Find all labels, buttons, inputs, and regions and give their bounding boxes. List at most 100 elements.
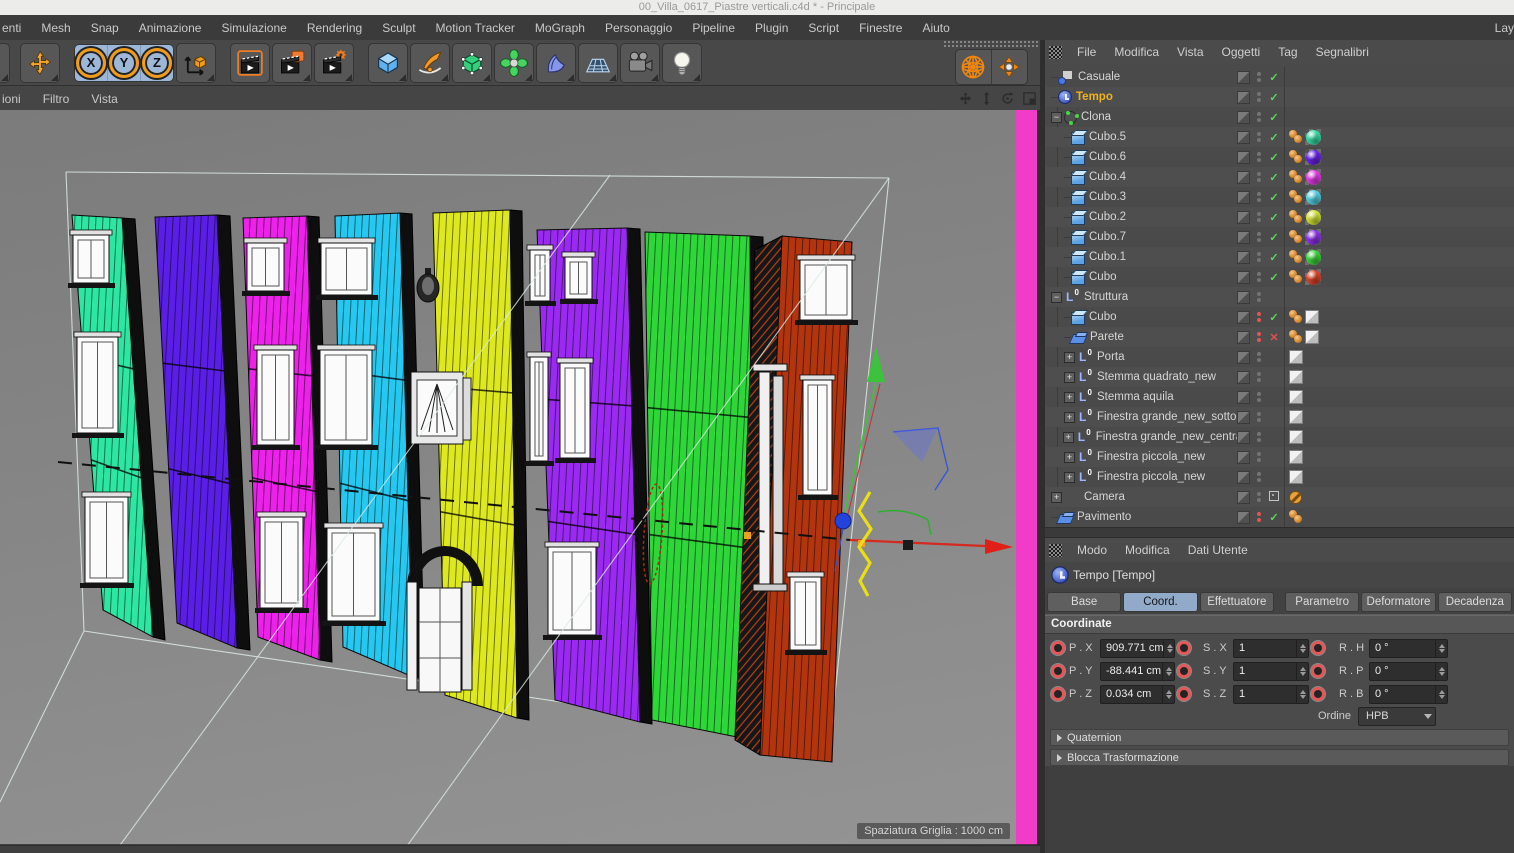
menu-item-modifica[interactable]: Modifica [1116,543,1179,557]
maximize-icon[interactable] [1022,91,1037,106]
visibility-dots[interactable] [1255,332,1263,342]
menu-item-modo[interactable]: Modo [1068,543,1116,557]
protection-tag[interactable] [1289,490,1302,504]
cube-tag[interactable] [1305,310,1319,324]
visibility-dots[interactable] [1255,472,1263,482]
keyframe-dot-py[interactable] [1051,664,1065,678]
menu-item-snap[interactable]: Snap [81,21,129,35]
visibility-dots[interactable] [1255,232,1263,242]
visibility-dots[interactable] [1255,212,1263,222]
cube-tag[interactable] [1289,410,1303,424]
tab-deformatore[interactable]: Deformatore [1361,592,1436,612]
expand-toggle[interactable]: − [1051,291,1062,303]
menu-item-filtro[interactable]: Filtro [32,92,81,106]
visibility-dots[interactable] [1255,192,1263,202]
material-tag[interactable] [1305,149,1321,165]
material-tag[interactable] [1305,249,1321,265]
menu-item-motion-tracker[interactable]: Motion Tracker [426,21,525,35]
expand-toggle[interactable]: + [1064,471,1075,483]
om-row-clona[interactable]: − Clona ✓ [1045,107,1514,127]
keyframe-dot-rb[interactable] [1311,687,1325,701]
menu-item-rendering[interactable]: Rendering [297,21,372,35]
expand-toggle[interactable]: − [1051,111,1062,123]
menu-item-tag[interactable]: Tag [1269,45,1306,59]
palette-handle[interactable] [943,40,1039,48]
keyframe-dot-rh[interactable] [1311,641,1325,655]
collapsed-section-blocca-trasformazione[interactable]: Blocca Trasformazione [1050,749,1509,766]
menu-item-layout-cut[interactable]: Lay [1485,21,1514,35]
menu-item-sculpt[interactable]: Sculpt [372,21,425,35]
enable-toggle[interactable]: ✓ [1267,191,1281,204]
phong-tag[interactable] [1289,170,1303,184]
layer-box[interactable] [1237,510,1250,524]
tab-decadenza[interactable]: Decadenza [1437,592,1512,612]
om-row-porta[interactable]: + Porta [1045,347,1514,367]
layer-box[interactable] [1237,330,1250,344]
menu-item-pipeline[interactable]: Pipeline [682,21,745,35]
cube-tag[interactable] [1289,350,1303,364]
layer-box[interactable] [1237,210,1250,224]
phong-tag[interactable] [1289,250,1303,264]
menu-item-oggetti[interactable]: Oggetti [1213,45,1270,59]
visibility-dots[interactable] [1255,92,1263,102]
layer-box[interactable] [1237,450,1250,464]
floor-button[interactable] [578,42,618,83]
menu-item-simulazione[interactable]: Simulazione [211,21,296,35]
phong-tag[interactable] [1289,230,1303,244]
keyframe-dot-sx[interactable] [1177,641,1191,655]
menu-item-plugin[interactable]: Plugin [745,21,798,35]
menu-item-animazione[interactable]: Animazione [129,21,212,35]
material-tag[interactable] [1305,169,1321,185]
om-row-cubo-4[interactable]: Cubo.4 ✓ [1045,167,1514,187]
cube-tag[interactable] [1289,430,1303,444]
spline-pen-button[interactable] [410,42,450,83]
visibility-dots[interactable] [1255,152,1263,162]
cube-tag[interactable] [1289,390,1303,404]
cube-tag[interactable] [1305,330,1319,344]
zoom-icon[interactable] [980,91,993,106]
light-button[interactable] [662,42,702,83]
menu-item-dati-utente[interactable]: Dati Utente [1179,543,1257,557]
field-input-py[interactable]: -88.441 cm [1100,661,1175,681]
layer-box[interactable] [1237,490,1250,504]
expand-toggle[interactable]: + [1064,391,1075,403]
field-input-sz[interactable]: 1 [1233,684,1309,704]
om-row-camera[interactable]: + Camera [1045,487,1514,507]
visibility-dots[interactable] [1255,312,1263,322]
om-row-cubo-7[interactable]: Cubo.7 ✓ [1045,227,1514,247]
om-row-pavimento[interactable]: Pavimento ✓ [1045,507,1514,527]
visibility-dots[interactable] [1255,252,1263,262]
spinner-sx[interactable] [1296,639,1308,657]
layer-box[interactable] [1237,90,1250,104]
visibility-dots[interactable] [1255,492,1263,502]
enable-toggle[interactable]: ✓ [1267,511,1281,524]
enable-toggle[interactable] [1267,490,1281,504]
enable-toggle[interactable]: ✓ [1267,211,1281,224]
render-view-button[interactable] [230,42,270,83]
om-row-cubo[interactable]: Cubo ✓ [1045,267,1514,287]
palette-grip-icon[interactable] [1049,45,1062,59]
tab-base[interactable]: Base [1047,592,1122,612]
material-tag[interactable] [1305,229,1321,245]
expand-toggle[interactable]: + [1064,411,1075,423]
visibility-dots[interactable] [1255,132,1263,142]
expand-toggle[interactable]: + [1064,371,1075,383]
spinner-px[interactable] [1163,639,1175,657]
3d-viewport[interactable]: Spaziatura Griglia : 1000 cm [0,110,1040,853]
keyframe-dot-pz[interactable] [1051,687,1065,701]
om-row-finestra-grande-new-sotto[interactable]: + Finestra grande_new_sotto [1045,407,1514,427]
keyframe-dot-rp[interactable] [1311,664,1325,678]
deformer-button[interactable] [536,42,576,83]
enable-toggle[interactable]: ✓ [1267,151,1281,164]
om-row-tempo[interactable]: Tempo ✓ [1045,87,1514,107]
layer-box[interactable] [1237,110,1250,124]
tab-coord[interactable]: Coord. [1123,592,1198,612]
ordine-dropdown[interactable]: HPB [1358,706,1436,726]
field-input-rp[interactable]: 0 ° [1369,661,1448,681]
spinner-pz[interactable] [1162,685,1174,703]
phong-tag[interactable] [1289,270,1303,284]
layer-box[interactable] [1237,70,1250,84]
visibility-dots[interactable] [1255,372,1263,382]
phong-tag[interactable] [1289,210,1303,224]
lock-x-button[interactable]: X [75,44,108,81]
